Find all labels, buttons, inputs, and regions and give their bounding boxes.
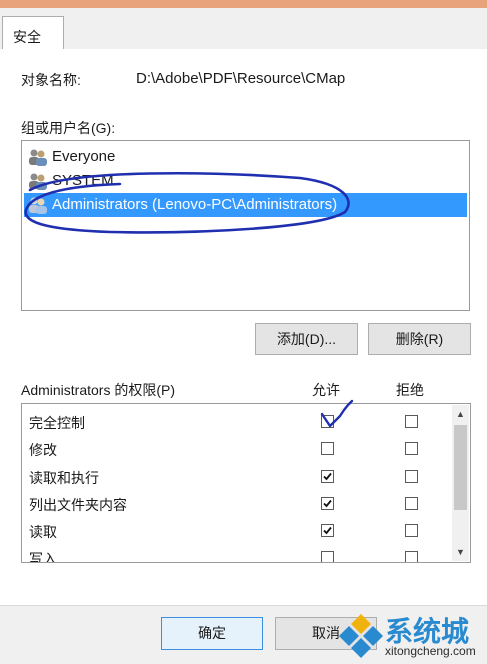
permission-name: 读取和执行 bbox=[29, 470, 99, 486]
permission-row: 读取和执行 bbox=[22, 464, 452, 491]
deny-checkbox[interactable] bbox=[405, 551, 418, 562]
deny-header: 拒绝 bbox=[396, 382, 424, 398]
permissions-list: 完全控制 修改 读取和执行 列出文件夹内容 读取 写入 ▲ ▼ bbox=[21, 403, 471, 563]
window-titlebar bbox=[0, 0, 487, 8]
permission-row: 修改 bbox=[22, 436, 452, 463]
permission-row: 完全控制 bbox=[22, 409, 452, 436]
permissions-scrollbar[interactable]: ▲ ▼ bbox=[452, 405, 469, 561]
watermark-url: xitongcheng.com bbox=[385, 644, 476, 658]
allow-checkbox[interactable] bbox=[321, 551, 334, 562]
watermark: 系统城 xitongcheng.com bbox=[335, 604, 487, 663]
deny-checkbox[interactable] bbox=[405, 415, 418, 428]
deny-checkbox[interactable] bbox=[405, 497, 418, 510]
checkmark-icon bbox=[323, 472, 332, 481]
tab-strip bbox=[0, 8, 487, 50]
allow-checkbox[interactable] bbox=[321, 497, 334, 510]
allow-checkbox[interactable] bbox=[321, 470, 334, 483]
list-item-administrators[interactable]: Administrators (Lenovo-PC\Administrators… bbox=[24, 193, 467, 217]
users-icon bbox=[29, 173, 47, 190]
users-icon bbox=[29, 197, 47, 214]
allow-checkbox[interactable] bbox=[321, 415, 334, 428]
add-button[interactable]: 添加(D)... bbox=[255, 323, 358, 355]
object-name-value: D:\Adobe\PDF\Resource\CMap bbox=[136, 70, 346, 87]
checkmark-icon bbox=[323, 526, 332, 535]
permission-name: 列出文件夹内容 bbox=[29, 497, 127, 513]
users-icon bbox=[29, 149, 47, 166]
group-user-label: 组或用户名(G): bbox=[21, 120, 116, 136]
allow-checkbox[interactable] bbox=[321, 524, 334, 537]
permission-row: 列出文件夹内容 bbox=[22, 491, 452, 518]
user-name: Administrators (Lenovo-PC\Administrators… bbox=[52, 196, 338, 213]
object-name-label: 对象名称: bbox=[21, 72, 81, 88]
tab-security[interactable]: 安全 bbox=[2, 16, 64, 49]
list-item-everyone[interactable]: Everyone bbox=[24, 145, 467, 169]
scroll-thumb[interactable] bbox=[454, 425, 467, 510]
permissions-label: Administrators 的权限(P) bbox=[21, 382, 176, 398]
permission-name: 修改 bbox=[29, 442, 57, 458]
deny-checkbox[interactable] bbox=[405, 470, 418, 483]
permission-name: 完全控制 bbox=[29, 415, 85, 431]
user-list[interactable]: Everyone SYSTEM Administrators (Lenovo-P… bbox=[21, 140, 470, 311]
user-name: Everyone bbox=[52, 148, 116, 165]
list-item-system[interactable]: SYSTEM bbox=[24, 169, 467, 193]
checkmark-icon bbox=[323, 499, 332, 508]
scroll-down-icon[interactable]: ▼ bbox=[452, 547, 469, 557]
permission-name: 读取 bbox=[29, 524, 57, 540]
permission-row: 读取 bbox=[22, 518, 452, 545]
watermark-logo-icon bbox=[339, 614, 383, 658]
scroll-up-icon[interactable]: ▲ bbox=[452, 409, 469, 419]
allow-checkbox[interactable] bbox=[321, 442, 334, 455]
permission-name: 写入 bbox=[29, 551, 57, 563]
allow-header: 允许 bbox=[312, 382, 340, 398]
ok-button[interactable]: 确定 bbox=[161, 617, 263, 650]
permission-row: 写入 bbox=[22, 545, 452, 563]
remove-button[interactable]: 删除(R) bbox=[368, 323, 471, 355]
user-name: SYSTEM bbox=[52, 172, 114, 189]
deny-checkbox[interactable] bbox=[405, 442, 418, 455]
deny-checkbox[interactable] bbox=[405, 524, 418, 537]
